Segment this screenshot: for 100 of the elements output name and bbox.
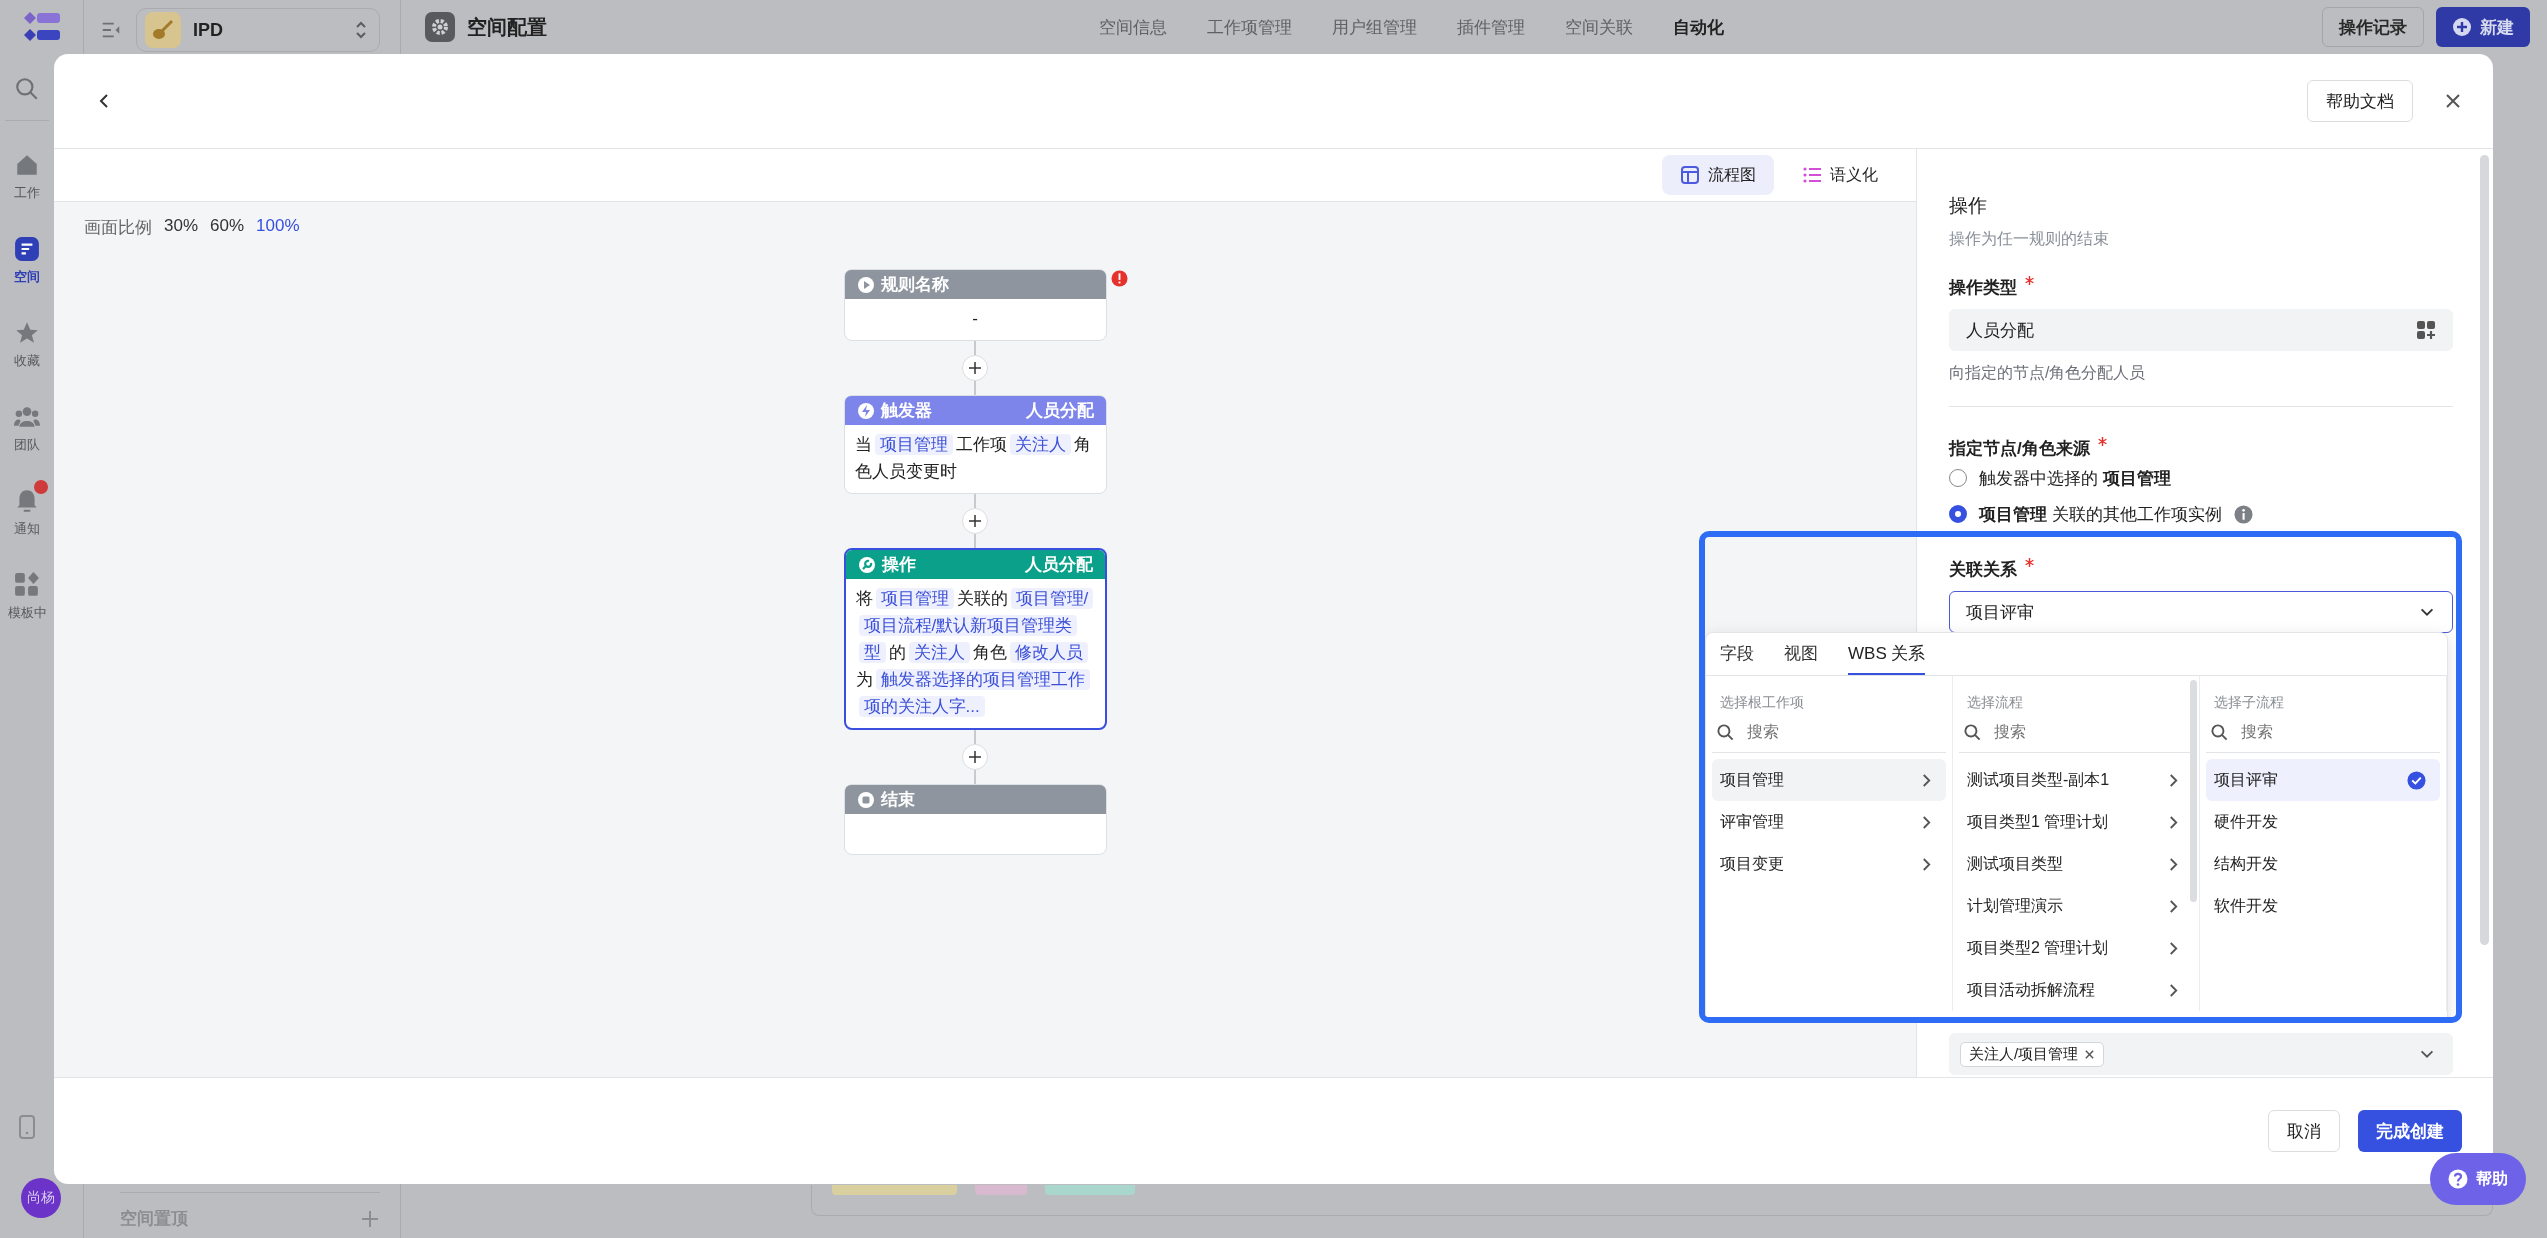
plus-icon	[968, 361, 982, 375]
plus-icon	[968, 750, 982, 764]
panel-title: 操作	[1949, 194, 1988, 218]
option-item[interactable]: 项目变更	[1712, 843, 1946, 885]
node-type-label: 人员分配	[1025, 400, 1094, 422]
help-docs-button[interactable]: 帮助文档	[2307, 80, 2413, 122]
node-text: -	[971, 308, 979, 330]
rail-item[interactable]: 通知	[0, 471, 54, 555]
node-text: 将 项目管理 关联的 项目管理/项目流程/默认新项目管理类型 的 关注人 角色 修改人员 为 触发器选择的项目管理工作项的关注人字...	[845, 579, 1105, 728]
list-icon	[1802, 165, 1822, 185]
node-title: 规则名称	[880, 274, 950, 296]
template-grid-icon	[14, 572, 40, 598]
radio-label: 项目管理 关联的其他工作项实例	[1979, 503, 2222, 526]
column-title: 选择根工作项	[1719, 693, 1805, 712]
tag-chip	[975, 1185, 1027, 1195]
field-label: 操作类型	[1949, 277, 2017, 299]
settings-icon	[425, 12, 455, 42]
zoom-label: 画面比例	[84, 217, 152, 239]
zoom-option[interactable]: 30%	[164, 216, 199, 239]
space-logo-icon	[145, 12, 181, 48]
page-title: 空间配置	[467, 14, 547, 40]
option-item[interactable]: 评审管理	[1712, 801, 1946, 843]
create-button[interactable]: 完成创建	[2358, 1110, 2462, 1152]
node-title: 操作	[881, 554, 917, 576]
dropdown-tab[interactable]: 字段	[1720, 633, 1754, 675]
field-label: 关联关系	[1949, 559, 2017, 581]
rail-item[interactable]: 团队	[0, 387, 54, 471]
node-title: 触发器	[880, 400, 933, 422]
grid-plus-icon	[2416, 320, 2436, 340]
flow-node[interactable]: 操作 人员分配 将 项目管理 关联的 项目管理/项目流程/默认新项目管理类型 的 关注人 角色 修改人员 为 触发器选择的项目管理工作项的关注人字...	[843, 548, 1107, 730]
option-item[interactable]: 测试项目类型	[1959, 843, 2193, 885]
option-item[interactable]: 项目类型2 管理计划	[1959, 927, 2193, 969]
check-circle-icon	[2407, 770, 2426, 790]
team-icon	[14, 404, 40, 430]
lightning-icon	[856, 401, 875, 420]
bell-icon	[14, 488, 40, 514]
zoom-option[interactable]: 60%	[210, 216, 245, 239]
node-type-label: 人员分配	[1024, 554, 1093, 576]
dropdown-tab[interactable]: WBS 关系	[1848, 633, 1926, 675]
play-icon	[856, 275, 875, 294]
cancel-button[interactable]: 取消	[2268, 1110, 2340, 1152]
radio-label: 触发器中选择的 项目管理	[1979, 467, 2171, 490]
rail-item[interactable]: 工作	[0, 135, 54, 219]
column-title: 选择流程	[1966, 693, 2024, 712]
option-item[interactable]: 测试项目类型-副本1	[1959, 759, 2193, 801]
option-item[interactable]: 项目管理	[1712, 759, 1946, 801]
question-icon	[2448, 1169, 2468, 1189]
stop-icon	[856, 790, 875, 809]
search-icon[interactable]	[14, 76, 40, 102]
app-logo-icon[interactable]	[22, 10, 62, 44]
remove-icon[interactable]	[2084, 1048, 2096, 1060]
rail-item[interactable]: 收藏	[0, 303, 54, 387]
column-title: 选择子流程	[2213, 693, 2285, 712]
panel-subtitle: 操作为任一规则的结束	[1949, 229, 2110, 249]
flow-node[interactable]: 触发器 人员分配 当 项目管理 工作项 关注人 角色人员变更时	[843, 395, 1107, 494]
search-field[interactable]: 搜索	[1992, 722, 2146, 742]
node-text: 当 项目管理 工作项 关注人 角色人员变更时	[853, 433, 1092, 483]
wrench-icon	[857, 555, 876, 574]
assignee-tag: 关注人/项目管理	[1960, 1041, 2105, 1067]
dropdown-tab[interactable]: 视图	[1784, 633, 1818, 675]
rail-item[interactable]: 空间	[0, 219, 54, 303]
field-hint: 向指定的节点/角色分配人员	[1949, 363, 2147, 383]
scrollbar[interactable]	[2480, 155, 2489, 945]
radio-button[interactable]	[1949, 505, 1967, 523]
plus-icon	[968, 514, 982, 528]
field-label: 指定节点/角色来源	[1949, 438, 2090, 460]
new-button[interactable]: 新建	[2436, 7, 2530, 47]
rail-item[interactable]: 模板中	[0, 555, 54, 639]
zoom-option[interactable]: 100%	[256, 216, 300, 239]
assignee-select[interactable]: 关注人/项目管理	[1949, 1033, 2453, 1075]
scrollbar[interactable]	[2190, 680, 2197, 902]
action-type-select[interactable]: 人员分配	[1949, 309, 2453, 351]
search-field[interactable]: 搜索	[1745, 722, 1899, 742]
add-step-button[interactable]	[962, 355, 988, 381]
space-icon	[14, 236, 40, 262]
user-avatar[interactable]: 尚杨	[21, 1178, 61, 1218]
option-item[interactable]: 结构开发	[2206, 843, 2440, 885]
add-step-button[interactable]	[962, 744, 988, 770]
view-tab[interactable]: 语义化	[1784, 155, 1896, 195]
search-icon	[1716, 722, 1735, 742]
node-title: 结束	[880, 789, 916, 811]
plus-circle-icon	[2452, 17, 2472, 37]
view-tab[interactable]: 流程图	[1662, 155, 1774, 195]
history-button[interactable]: 操作记录	[2322, 7, 2424, 47]
option-item[interactable]: 硬件开发	[2206, 801, 2440, 843]
up-down-caret-icon	[355, 20, 367, 40]
layout-icon	[1680, 165, 1700, 185]
space-selector[interactable]: IPD	[136, 8, 380, 52]
option-item[interactable]: 项目类型1 管理计划	[1959, 801, 2193, 843]
help-button[interactable]: 帮助	[2430, 1153, 2526, 1205]
search-icon	[2210, 722, 2229, 742]
option-item[interactable]: 项目评审	[2206, 759, 2440, 801]
option-item[interactable]: 计划管理演示	[1959, 885, 2193, 927]
add-step-button[interactable]	[962, 508, 988, 534]
nav-tab[interactable]: 自动化	[1673, 15, 1724, 39]
radio-button[interactable]	[1949, 469, 1967, 487]
search-icon	[1963, 722, 1982, 742]
search-field[interactable]: 搜索	[2239, 722, 2393, 742]
option-item[interactable]: 项目活动拆解流程	[1959, 969, 2193, 1011]
option-item[interactable]: 软件开发	[2206, 885, 2440, 927]
